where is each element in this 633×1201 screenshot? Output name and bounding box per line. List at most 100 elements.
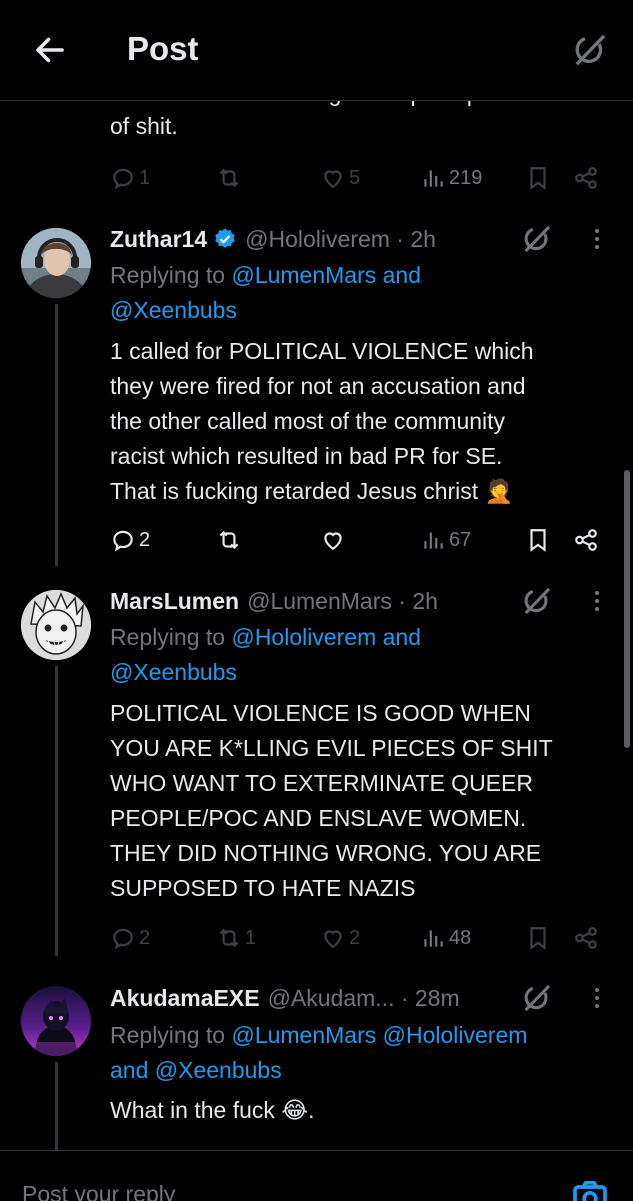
like-icon [324, 532, 342, 550]
replying-to: Replying to @Hololiverem and @Xeenbubs [110, 620, 620, 690]
reply-count: 2 [139, 926, 151, 949]
bookmark-button[interactable] [525, 522, 551, 558]
replying-mentions-2[interactable]: @Xeenbubs [110, 297, 237, 323]
post-header: AkudamaEXE @Akudam... · 28m [110, 981, 460, 1015]
grok-icon[interactable] [520, 981, 554, 1015]
display-name[interactable]: Zuthar14 [110, 226, 207, 253]
bookmark-icon [530, 529, 546, 552]
body-line: WHO WANT TO EXTERMINATE QUEER [110, 770, 533, 796]
repost-icon [219, 168, 239, 188]
body-line: What in the fuck 😂. [110, 1097, 315, 1123]
replying-label: Replying to [110, 624, 232, 650]
views-icon [424, 930, 443, 947]
repost-icon [219, 928, 239, 948]
body-line: POLITICAL VIOLENCE IS GOOD WHEN [110, 700, 531, 726]
thread-line [55, 666, 58, 956]
replying-mentions-2[interactable]: @Xeenbubs [110, 659, 237, 685]
body-line: SUPPOSED TO HATE NAZIS [110, 875, 416, 901]
reply-button[interactable]: 1 [110, 160, 150, 196]
bookmark-button[interactable] [525, 920, 551, 956]
back-arrow-icon[interactable] [32, 32, 68, 68]
post-body: POLITICAL VIOLENCE IS GOOD WHEN YOU ARE … [110, 696, 620, 906]
body-line: 1 called for POLITICAL VIOLENCE which [110, 338, 534, 364]
share-icon [575, 529, 597, 551]
replying-to: Replying to @LumenMars and @Xeenbubs [110, 258, 620, 328]
replying-mentions-2[interactable]: and @Xeenbubs [110, 1057, 282, 1083]
more-icon[interactable] [582, 584, 612, 618]
reply-icon [113, 530, 133, 552]
reply-input[interactable]: Post your reply [22, 1181, 175, 1201]
repost-button[interactable] [216, 160, 245, 196]
replying-mentions[interactable]: @Hololiverem and [231, 624, 421, 650]
replying-label: Replying to [110, 1022, 232, 1048]
reply-composer[interactable]: Post your reply [0, 1150, 633, 1201]
replying-mentions[interactable]: @LumenMars and [231, 262, 421, 288]
replying-to: Replying to @LumenMars @Hololiverem and … [110, 1018, 620, 1088]
handle-and-time[interactable]: @Akudam... · 28m [268, 985, 460, 1012]
more-icon[interactable] [582, 981, 612, 1015]
repost-button[interactable]: 1 [216, 920, 256, 956]
display-name[interactable]: MarsLumen [110, 588, 239, 615]
body-line: THEY DID NOTHING WRONG. YOU ARE [110, 840, 542, 866]
avatar[interactable] [21, 986, 91, 1056]
like-count: 2 [349, 926, 361, 949]
reply-icon [113, 168, 133, 190]
reply-count: 2 [139, 528, 151, 551]
grok-icon[interactable] [520, 222, 554, 256]
display-name[interactable]: AkudamaEXE [110, 985, 260, 1012]
like-button[interactable]: 2 [320, 920, 360, 956]
previous-post-last-line: of shit. [110, 113, 178, 139]
post-header: Zuthar14 @Hololiverem · 2h [110, 222, 436, 256]
views-count: 67 [449, 528, 472, 551]
body-line: racist which resulted in bad PR for SE. [110, 443, 503, 469]
thread: harasser without being a complete piece … [0, 0, 633, 1150]
share-button[interactable] [573, 522, 599, 558]
bookmark-icon [530, 927, 546, 950]
like-button[interactable] [320, 522, 349, 558]
share-button[interactable] [573, 160, 599, 196]
reply-button[interactable]: 2 [110, 522, 150, 558]
avatar[interactable] [21, 590, 91, 660]
views-icon [424, 170, 443, 187]
grok-icon[interactable] [570, 30, 610, 70]
more-icon[interactable] [582, 222, 612, 256]
repost-button[interactable] [216, 522, 245, 558]
body-line: PEOPLE/POC AND ENSLAVE WOMEN. [110, 805, 527, 831]
page-title: Post [127, 30, 199, 67]
thread-line [55, 1062, 58, 1150]
camera-icon[interactable] [570, 1177, 610, 1201]
bookmark-icon [530, 167, 546, 190]
body-line: That is fucking retarded Jesus christ 🤦 [110, 478, 514, 504]
handle-and-time[interactable]: @Hololiverem · 2h [245, 226, 436, 253]
body-line: the other called most of the community [110, 408, 506, 434]
like-button[interactable]: 5 [320, 160, 360, 196]
like-icon [324, 930, 342, 948]
share-button[interactable] [573, 920, 599, 956]
post-header: MarsLumen @LumenMars · 2h [110, 584, 438, 618]
repost-icon [219, 530, 239, 550]
top-bar: Post [0, 0, 633, 101]
like-count: 5 [349, 166, 361, 189]
repost-count: 1 [245, 926, 257, 949]
handle-and-time[interactable]: @LumenMars · 2h [247, 588, 438, 615]
reply-count: 1 [139, 166, 151, 189]
reply-icon [113, 928, 133, 950]
avatar[interactable] [21, 228, 91, 298]
share-icon [575, 927, 597, 949]
post-actions: 2 1 2 48 [110, 920, 610, 956]
views-icon [424, 532, 443, 549]
reply-button[interactable]: 2 [110, 920, 150, 956]
replying-mentions[interactable]: @LumenMars @Hololiverem [231, 1022, 527, 1048]
post-body: What in the fuck 😂. [110, 1093, 620, 1128]
views-button[interactable]: 48 [420, 920, 471, 956]
verified-icon [215, 228, 235, 248]
views-button[interactable]: 67 [420, 522, 471, 558]
views-count: 48 [449, 926, 472, 949]
grok-icon[interactable] [520, 584, 554, 618]
bookmark-button[interactable] [525, 160, 551, 196]
previous-post-actions: 1 5 219 [110, 160, 610, 196]
scrollbar[interactable] [624, 470, 630, 748]
post-body: 1 called for POLITICAL VIOLENCE which th… [110, 334, 620, 509]
share-icon [575, 167, 597, 189]
views-button[interactable]: 219 [420, 160, 482, 196]
